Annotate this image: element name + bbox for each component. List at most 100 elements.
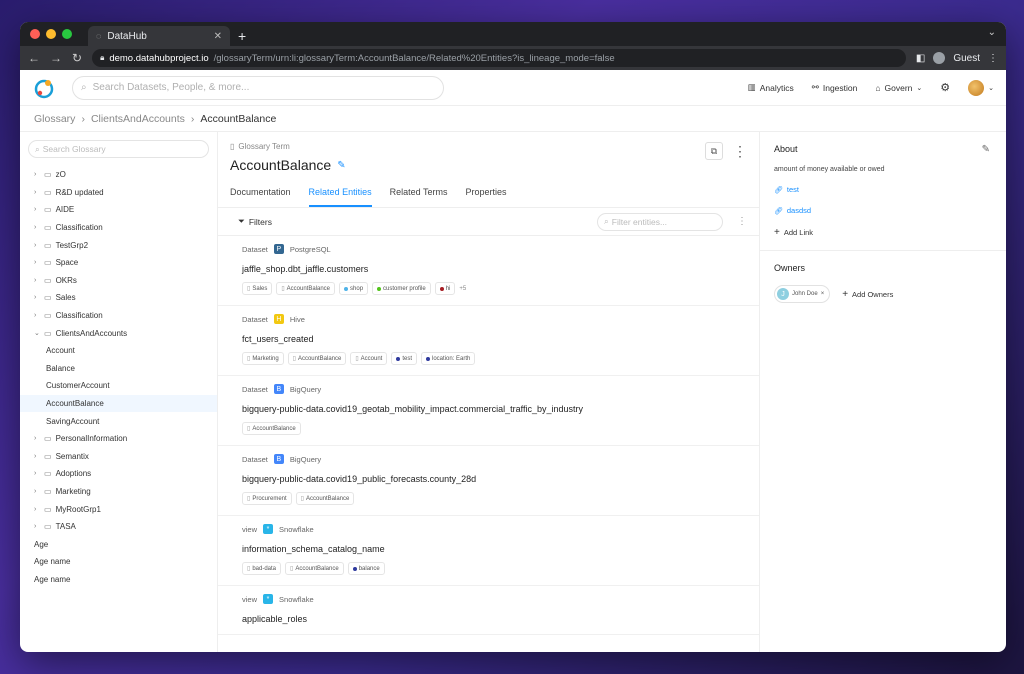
glossary-term-chip[interactable]: ▯ AccountBalance [287, 352, 347, 365]
sidebar-root-term[interactable]: Age name [20, 571, 217, 589]
glossary-term-chip[interactable]: ▯ AccountBalance [242, 422, 301, 435]
sidebar-term-item[interactable]: Account [20, 342, 217, 360]
sidebar-group-item[interactable]: › ▭ Classification [20, 307, 217, 325]
tag-chip[interactable]: customer profile [372, 282, 431, 295]
sidebar-root-term[interactable]: Age name [20, 553, 217, 571]
sidebar-group-item[interactable]: › ▭ Space [20, 254, 217, 272]
sidebar-group-item[interactable]: › ▭ TestGrp2 [20, 236, 217, 254]
entity-name-link[interactable]: bigquery-public-data.covid19_public_fore… [242, 474, 735, 484]
chevron-right-icon[interactable]: › [34, 470, 40, 477]
more-options-icon[interactable]: ⋮ [733, 143, 747, 160]
datahub-logo-icon[interactable] [32, 75, 58, 101]
about-link[interactable]: 🔗︎ dasdsd [774, 206, 992, 215]
glossary-term-chip[interactable]: ▯ bad-data [242, 562, 281, 575]
chevron-right-icon[interactable]: › [34, 312, 40, 319]
glossary-term-chip[interactable]: ▯ AccountBalance [285, 562, 344, 575]
copy-urn-button[interactable]: ⧉ [705, 142, 723, 160]
glossary-term-chip[interactable]: ▯ Marketing [242, 352, 284, 365]
chevron-right-icon[interactable]: › [34, 171, 40, 178]
entity-name-link[interactable]: fct_users_created [242, 334, 735, 344]
tab-documentation[interactable]: Documentation [230, 187, 291, 207]
entity-name-link[interactable]: bigquery-public-data.covid19_geotab_mobi… [242, 404, 735, 414]
glossary-search-input[interactable]: ⌕ Search Glossary [28, 140, 209, 158]
tag-chip[interactable]: test [391, 352, 418, 365]
user-menu[interactable]: ⌄ [968, 79, 994, 96]
tab-properties[interactable]: Properties [465, 187, 506, 207]
tag-chip[interactable]: hi [434, 282, 456, 295]
filters-button[interactable]: Filters [249, 217, 272, 227]
chevron-right-icon[interactable]: › [34, 224, 40, 231]
chevron-right-icon[interactable]: › [34, 294, 40, 301]
tag-chip[interactable]: balance [347, 562, 385, 575]
sidebar-group-item[interactable]: › ▭ Sales [20, 289, 217, 307]
more-tags-count[interactable]: +5 [459, 282, 466, 295]
chevron-right-icon[interactable]: › [34, 506, 40, 513]
remove-owner-icon[interactable]: × [821, 291, 825, 297]
edit-name-pencil-icon[interactable]: ✎ [337, 160, 345, 171]
profile-name[interactable]: Guest [953, 53, 980, 64]
sidebar-group-item[interactable]: › ▭ Marketing [20, 483, 217, 501]
sidebar-term-item[interactable]: Balance [20, 360, 217, 378]
chevron-right-icon[interactable]: › [34, 523, 40, 530]
minimize-window-button[interactable] [46, 29, 56, 39]
chevron-down-icon[interactable]: ⌄ [34, 329, 40, 337]
maximize-window-button[interactable] [62, 29, 72, 39]
breadcrumb-glossary[interactable]: Glossary [34, 113, 75, 125]
glossary-term-chip[interactable]: ▯ Sales [242, 282, 273, 295]
tab-search-chevron-icon[interactable]: ⌄ [988, 27, 996, 38]
sidebar-group-item[interactable]: › ▭ MyRootGrp1 [20, 500, 217, 518]
sidebar-group-item[interactable]: › ▭ Classification [20, 219, 217, 237]
sidebar-root-term[interactable]: Age [20, 535, 217, 553]
entity-card[interactable]: Dataset H Hive fct_users_created ▯ Marketing ▯… [218, 306, 759, 376]
entity-card[interactable]: Dataset P PostgreSQL jaffle_shop.dbt_jaffle… [218, 236, 759, 306]
chevron-right-icon[interactable]: › [34, 242, 40, 249]
glossary-term-chip[interactable]: ▯ Account [350, 352, 388, 365]
guest-avatar-icon[interactable] [933, 52, 946, 64]
tab-close-icon[interactable]: ✕ [214, 31, 222, 42]
entity-name-link[interactable]: information_schema_catalog_name [242, 544, 735, 554]
glossary-term-chip[interactable]: ▯ Procurement [242, 492, 292, 505]
chevron-right-icon[interactable]: › [34, 277, 40, 284]
sidebar-term-item[interactable]: CustomerAccount [20, 377, 217, 395]
glossary-term-chip[interactable]: ▯ AccountBalance [295, 492, 355, 505]
glossary-term-chip[interactable]: ▯ AccountBalance [276, 282, 336, 295]
add-link-button[interactable]: + Add Link [774, 227, 992, 238]
tab-related-entities[interactable]: Related Entities [308, 187, 372, 207]
close-window-button[interactable] [30, 29, 40, 39]
sidebar-group-item[interactable]: › ▭ TASA [20, 518, 217, 536]
sidebar-group-item[interactable]: › ▭ R&D updated [20, 184, 217, 202]
new-tab-button[interactable]: + [238, 26, 246, 46]
sidebar-group-item[interactable]: › ▭ zO [20, 166, 217, 184]
sidebar-toggle-icon[interactable]: ◧ [916, 53, 925, 64]
about-link[interactable]: 🔗︎ test [774, 185, 992, 194]
sidebar-group-item[interactable]: ⌄ ▭ ClientsAndAccounts [20, 324, 217, 342]
entity-card[interactable]: view * Snowflake information_schema_catalog… [218, 516, 759, 586]
settings-button[interactable]: ⚙ [940, 81, 950, 94]
sidebar-group-item[interactable]: › ▭ PersonalInformation [20, 430, 217, 448]
entity-name-link[interactable]: applicable_roles [242, 614, 735, 624]
filter-icon[interactable]: ⏷ [238, 216, 245, 227]
entity-card[interactable]: Dataset B BigQuery bigquery-public-data.cov… [218, 446, 759, 516]
browser-menu-icon[interactable]: ⋮ [988, 53, 998, 64]
entity-name-link[interactable]: jaffle_shop.dbt_jaffle.customers [242, 264, 735, 274]
filter-more-icon[interactable]: ⋮ [737, 216, 747, 227]
back-icon[interactable]: ← [28, 51, 40, 65]
reload-icon[interactable]: ↻ [72, 51, 82, 65]
chevron-right-icon[interactable]: › [34, 435, 40, 442]
chevron-right-icon[interactable]: › [34, 453, 40, 460]
sidebar-group-item[interactable]: › ▭ OKRs [20, 272, 217, 290]
analytics-link[interactable]: ▥ Analytics [748, 82, 794, 93]
chevron-right-icon[interactable]: › [34, 488, 40, 495]
chevron-right-icon[interactable]: › [34, 189, 40, 196]
entity-card[interactable]: Dataset B BigQuery bigquery-public-data.cov… [218, 376, 759, 446]
edit-about-pencil-icon[interactable]: ✎ [982, 144, 990, 155]
filter-entities-input[interactable]: ⌕ Filter entities... [597, 212, 723, 231]
url-field[interactable]: 🔒︎ demo.datahubproject.io/glossaryTerm/u… [92, 49, 906, 67]
ingestion-link[interactable]: ⚯ Ingestion [812, 82, 858, 93]
entity-card[interactable]: view * Snowflake applicable_roles [218, 586, 759, 635]
sidebar-term-item[interactable]: SavingAccount [20, 412, 217, 430]
add-owners-button[interactable]: + Add Owners [842, 289, 893, 300]
sidebar-group-item[interactable]: › ▭ Semantix [20, 448, 217, 466]
tag-chip[interactable]: shop [339, 282, 369, 295]
govern-menu[interactable]: ⌂ Govern ⌄ [875, 83, 922, 93]
